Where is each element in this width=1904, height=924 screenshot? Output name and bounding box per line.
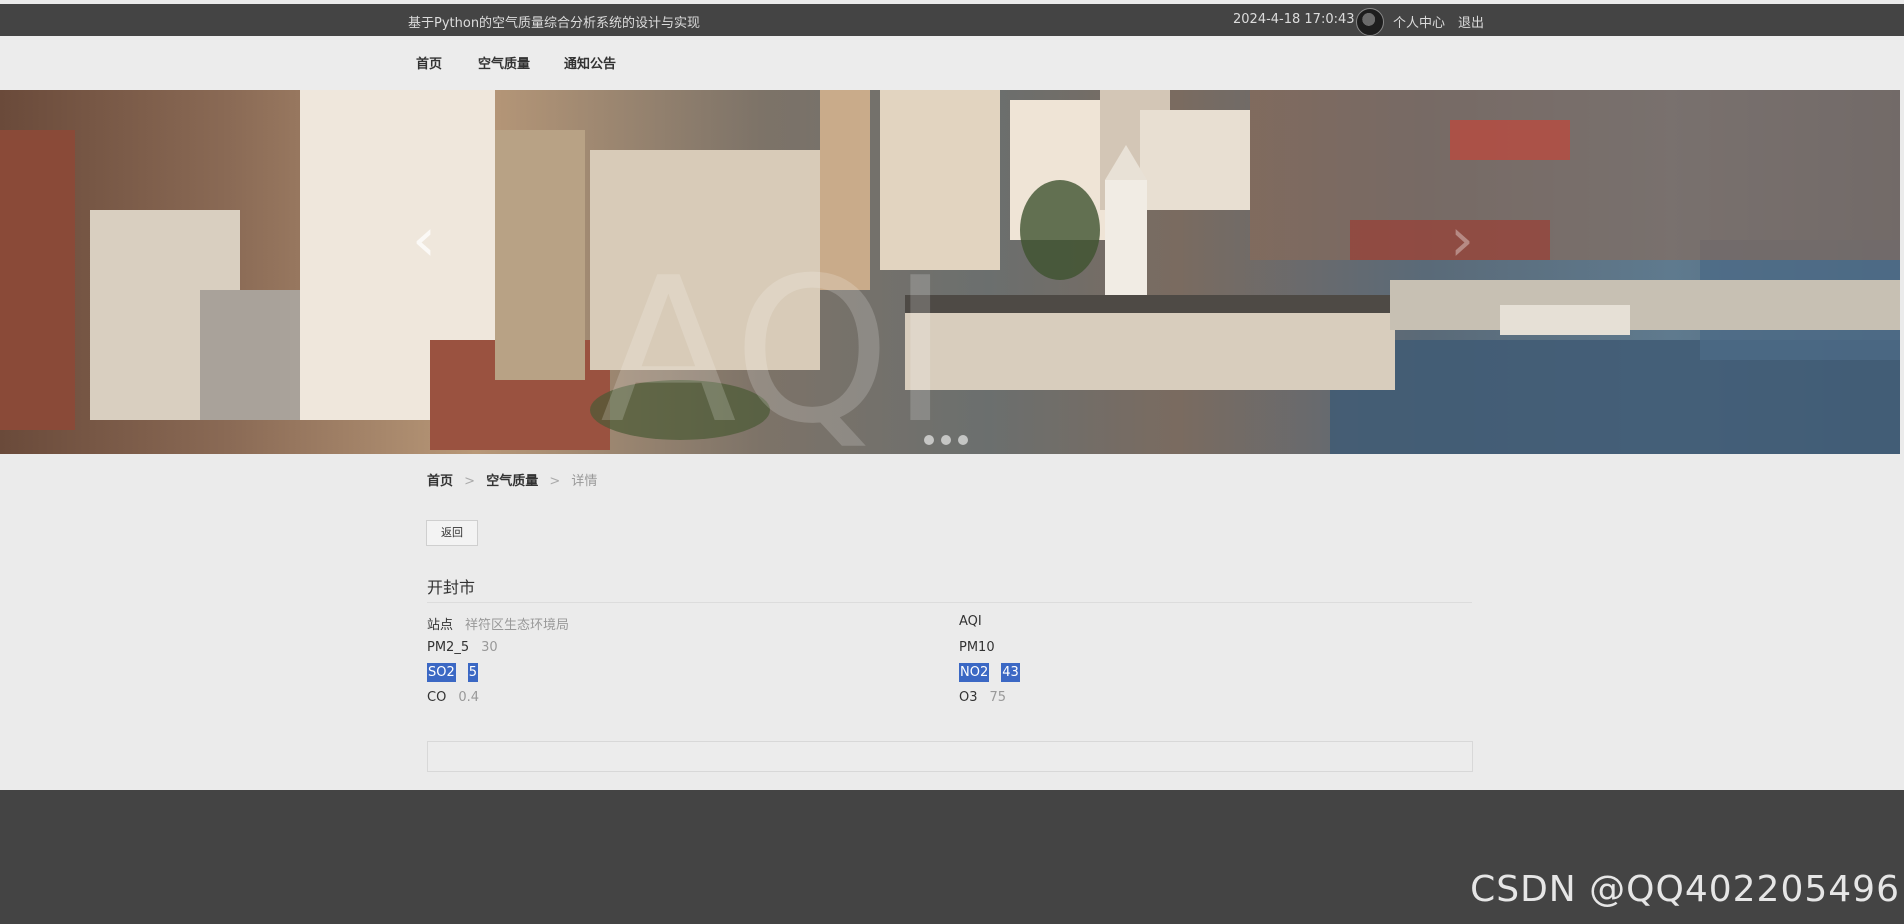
field-label: AQI [959,614,982,629]
field-label: SO2 [427,663,456,682]
field-so2: SO2 5 [427,663,479,682]
current-datetime: 2024-4-18 17:0:43 [1233,12,1355,27]
field-value: 0.4 [458,690,479,705]
field-o3: O3 75 [959,690,1006,705]
carousel-dot[interactable] [924,435,934,445]
field-co: CO 0.4 [427,690,479,705]
carousel-next-icon[interactable]: › [1450,210,1474,270]
field-label: NO2 [959,663,990,682]
field-station: 站点 祥符区生态环境局 [427,614,569,633]
field-value: 祥符区生态环境局 [465,618,570,633]
nav-item-air-quality[interactable]: 空气质量 [478,53,530,72]
breadcrumb: 首页 > 空气质量 > 详情 [427,470,597,489]
field-label: CO [427,690,447,705]
back-button[interactable]: 返回 [426,520,478,546]
field-label: PM2_5 [427,640,470,655]
carousel-prev-icon[interactable]: ‹ [412,210,436,270]
svg-text:AQI: AQI [600,235,950,454]
breadcrumb-separator: > [464,474,476,489]
field-pm10: PM10 [959,640,1007,655]
user-center-link[interactable]: 个人中心 [1393,12,1445,31]
city-skyline-image: AQI [0,90,1900,454]
city-title: 开封市 [427,578,476,597]
carousel-dot[interactable] [958,435,968,445]
watermark: CSDN @QQ402205496 [1470,869,1900,910]
carousel-dots [924,430,975,449]
app-title: 基于Python的空气质量综合分析系统的设计与实现 [408,16,701,31]
top-bar: 基于Python的空气质量综合分析系统的设计与实现 2024-4-18 17:0… [0,4,1904,36]
breadcrumb-separator: > [549,474,561,489]
footer: CSDN @QQ402205496 [0,790,1904,924]
breadcrumb-current: 详情 [571,474,598,489]
field-value: 30 [481,640,498,655]
field-aqi: AQI [959,614,994,629]
breadcrumb-air-quality[interactable]: 空气质量 [486,474,538,489]
main-nav: 首页 空气质量 通知公告 [0,36,1904,90]
field-label: PM10 [959,640,995,655]
breadcrumb-home[interactable]: 首页 [427,474,453,489]
field-value: 75 [989,690,1007,705]
field-no2: NO2 43 [959,663,1020,682]
field-label: O3 [959,690,978,705]
banner-carousel[interactable]: AQI ‹ › [0,90,1900,454]
field-label: 站点 [427,618,454,633]
avatar[interactable] [1356,8,1384,36]
nav-item-home[interactable]: 首页 [416,53,442,72]
nav-item-notices[interactable]: 通知公告 [564,53,616,72]
logout-link[interactable]: 退出 [1458,12,1484,31]
field-value: 43 [1001,663,1020,682]
detail-panel [427,741,1473,772]
field-pm25: PM2_5 30 [427,640,498,655]
field-value: 5 [467,663,479,682]
carousel-dot[interactable] [941,435,951,445]
divider [427,602,1472,603]
